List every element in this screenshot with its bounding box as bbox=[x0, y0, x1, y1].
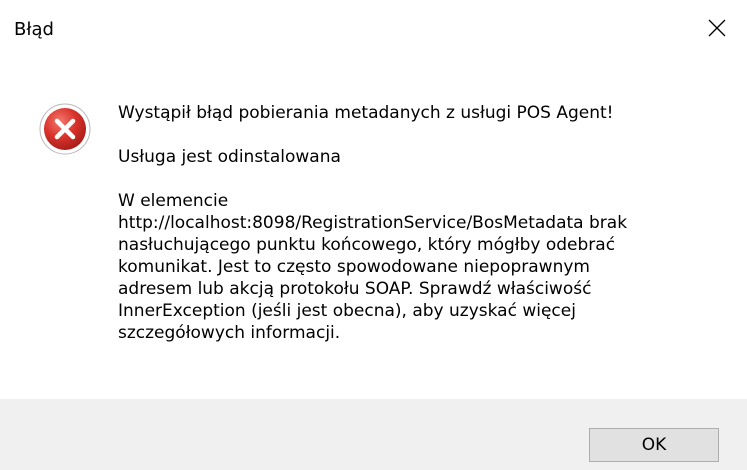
error-message-main: Wystąpił błąd pobierania metadanych z us… bbox=[118, 103, 614, 123]
close-button[interactable] bbox=[687, 0, 747, 60]
error-message-detail: W elemencie http://localhost:8098/Regist… bbox=[118, 191, 628, 343]
dialog-title: Błąd bbox=[14, 19, 54, 40]
close-icon bbox=[708, 19, 726, 41]
error-icon bbox=[38, 102, 92, 156]
dialog-content: Wystąpił błąd pobierania metadanych z us… bbox=[0, 60, 747, 399]
title-bar[interactable]: Błąd bbox=[0, 0, 747, 60]
error-dialog: Błąd Wystąpił błąd pobierania metadanych… bbox=[0, 0, 747, 470]
button-bar: OK bbox=[0, 399, 747, 470]
ok-button[interactable]: OK bbox=[589, 428, 719, 462]
message-area: Wystąpił błąd pobierania metadanych z us… bbox=[118, 102, 718, 344]
error-message-status: Usługa jest odinstalowana bbox=[118, 147, 341, 167]
